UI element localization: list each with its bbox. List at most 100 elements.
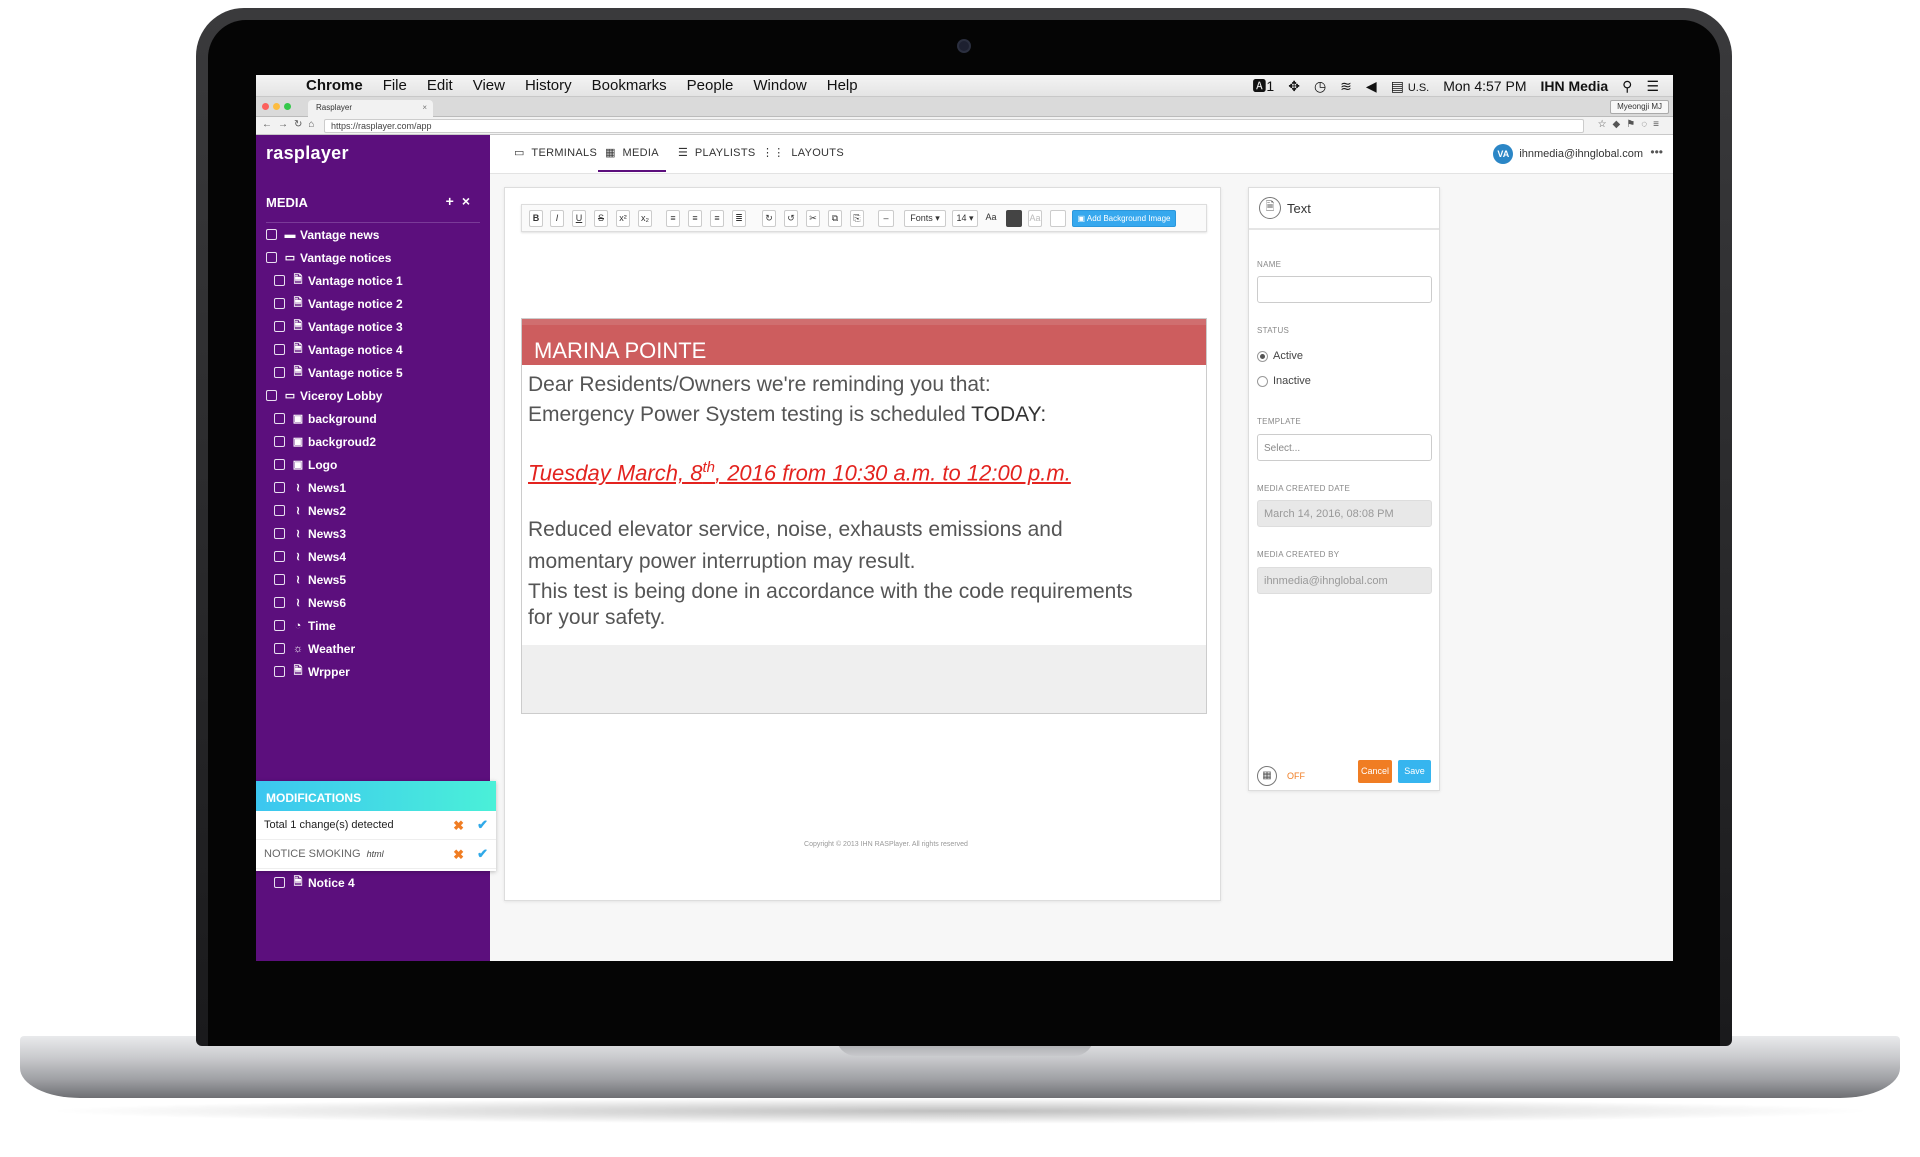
checkbox[interactable] [274, 482, 285, 493]
checkbox[interactable] [274, 597, 285, 608]
media-item[interactable]: 🗎 Vantage notice 3 [256, 315, 490, 338]
size-select[interactable]: 14 ▾ [952, 210, 978, 227]
checkbox[interactable] [274, 643, 285, 654]
extension-icons[interactable]: ☆◆⚑◌≡ [1598, 119, 1665, 130]
cut-icon[interactable]: ✂ [806, 210, 820, 227]
menu-help[interactable]: Help [817, 77, 868, 94]
checkbox[interactable] [274, 551, 285, 562]
media-item[interactable]: ≀ News4 [256, 545, 490, 568]
discard-icon[interactable]: ✖ [453, 818, 464, 834]
volume-icon[interactable]: ◀︎ [1366, 78, 1377, 95]
fonts-select[interactable]: Fonts ▾ [904, 210, 946, 227]
tab-playlists[interactable]: ☰ PLAYLISTS [678, 135, 755, 172]
menu-bookmarks[interactable]: Bookmarks [582, 77, 677, 94]
media-item[interactable]: ▭ Viceroy Lobby [256, 384, 490, 407]
hr-button[interactable]: – [878, 210, 894, 227]
app-logo[interactable]: rasplayer [266, 143, 349, 164]
user-menu[interactable]: VA ihnmedia@ihnglobal.com [1493, 144, 1643, 164]
media-item[interactable]: ☼ Weather [256, 637, 490, 660]
checkbox[interactable] [274, 321, 285, 332]
checkbox[interactable] [266, 252, 277, 263]
media-item[interactable]: ▬ Vantage news [256, 223, 490, 246]
schedule-toggle[interactable]: ▦ OFF [1257, 766, 1305, 786]
minimize-window-icon[interactable] [273, 103, 280, 110]
input-source[interactable]: ▤ U.S. [1391, 78, 1430, 95]
profile-button[interactable]: Myeongji MJ [1610, 100, 1669, 114]
media-item[interactable]: 🗎 Vantage notice 4 [256, 338, 490, 361]
highlight-icon[interactable]: Aa [1028, 210, 1042, 227]
adobe-icon[interactable]: 🅰1 [1252, 76, 1274, 96]
save-button[interactable]: Save [1398, 760, 1431, 783]
notification-icon[interactable]: ☰ [1646, 78, 1659, 95]
checkbox[interactable] [274, 298, 285, 309]
media-item[interactable]: 🗎 Wrpper [256, 660, 490, 683]
justify-button[interactable]: ≣ [732, 210, 746, 227]
media-item[interactable]: 🗎 Vantage notice 5 [256, 361, 490, 384]
menu-file[interactable]: File [373, 77, 417, 94]
font-case-icon[interactable]: Aa [984, 210, 998, 227]
menu-app[interactable]: Chrome [296, 77, 373, 94]
align-left-button[interactable]: ≡ [666, 210, 680, 227]
checkbox[interactable] [274, 367, 285, 378]
media-item[interactable]: ▣ backgroud2 [256, 430, 490, 453]
media-item[interactable]: 🗎 Vantage notice 1 [256, 269, 490, 292]
bold-button[interactable]: B [529, 210, 543, 227]
text-color-swatch[interactable] [1006, 210, 1022, 227]
checkbox[interactable] [266, 390, 277, 401]
checkbox[interactable] [266, 229, 277, 240]
address-bar[interactable]: https://rasplayer.com/app [324, 119, 1584, 133]
tab-layouts[interactable]: ⋮⋮ LAYOUTS [762, 135, 844, 172]
status-active-radio[interactable]: Active [1257, 350, 1303, 362]
underline-button[interactable]: U [572, 210, 586, 227]
template-select[interactable]: Select... [1257, 434, 1432, 461]
media-item[interactable]: 🗎 Vantage notice 2 [256, 292, 490, 315]
copy-icon[interactable]: ⧉ [828, 210, 842, 227]
undo-icon[interactable]: ↺ [784, 210, 798, 227]
media-item[interactable]: ≀ News1 [256, 476, 490, 499]
redo-icon[interactable]: ↻ [762, 210, 776, 227]
discard-item-icon[interactable]: ✖ [453, 847, 464, 863]
align-center-button[interactable]: ≡ [688, 210, 702, 227]
browser-tab[interactable]: Rasplayer × [308, 100, 433, 117]
checkbox[interactable] [274, 877, 285, 888]
close-window-icon[interactable] [262, 103, 269, 110]
media-item[interactable]: ▭ Vantage notices [256, 246, 490, 269]
strike-button[interactable]: S [594, 210, 608, 227]
checkbox[interactable] [274, 459, 285, 470]
confirm-icon[interactable]: ✔ [477, 817, 488, 833]
paste-icon[interactable]: ⎘ [850, 210, 864, 227]
media-item[interactable]: ≀ News5 [256, 568, 490, 591]
checkbox[interactable] [274, 666, 285, 677]
name-field[interactable] [1257, 276, 1432, 303]
checkbox[interactable] [274, 344, 285, 355]
media-item[interactable]: ≀ News3 [256, 522, 490, 545]
checkbox[interactable] [274, 275, 285, 286]
media-item-notice-4[interactable]: 🗎 Notice 4 [256, 871, 490, 894]
cancel-button[interactable]: Cancel [1358, 760, 1392, 783]
menu-edit[interactable]: Edit [417, 77, 463, 94]
close-icon[interactable]: × [462, 193, 478, 209]
border-swatch[interactable] [1050, 210, 1066, 227]
menu-window[interactable]: Window [743, 77, 816, 94]
add-icon[interactable]: + [446, 193, 462, 209]
nav-buttons[interactable]: ←→↻⌂ [262, 119, 320, 130]
tab-close-icon[interactable]: × [422, 100, 427, 116]
checkbox[interactable] [274, 505, 285, 516]
checkbox[interactable] [274, 574, 285, 585]
tab-terminals[interactable]: ▭ TERMINALS [514, 135, 597, 172]
document-content[interactable]: MARINA POINTE Dear Residents/Owners we'r… [521, 318, 1207, 714]
media-item[interactable]: ≀ News2 [256, 499, 490, 522]
superscript-button[interactable]: x² [616, 210, 630, 227]
italic-button[interactable]: I [550, 210, 564, 227]
menu-view[interactable]: View [463, 77, 515, 94]
media-item[interactable]: ≀ News6 [256, 591, 490, 614]
media-item[interactable]: ▣ Logo [256, 453, 490, 476]
checkbox[interactable] [274, 436, 285, 447]
tab-media[interactable]: ▦ MEDIA [598, 135, 666, 172]
menu-history[interactable]: History [515, 77, 582, 94]
clock[interactable]: Mon 4:57 PM [1443, 78, 1526, 94]
menu-people[interactable]: People [677, 77, 744, 94]
wifi-icon[interactable]: ≋ [1340, 78, 1352, 95]
time-machine-icon[interactable]: ◷ [1314, 78, 1326, 95]
status-inactive-radio[interactable]: Inactive [1257, 375, 1311, 387]
